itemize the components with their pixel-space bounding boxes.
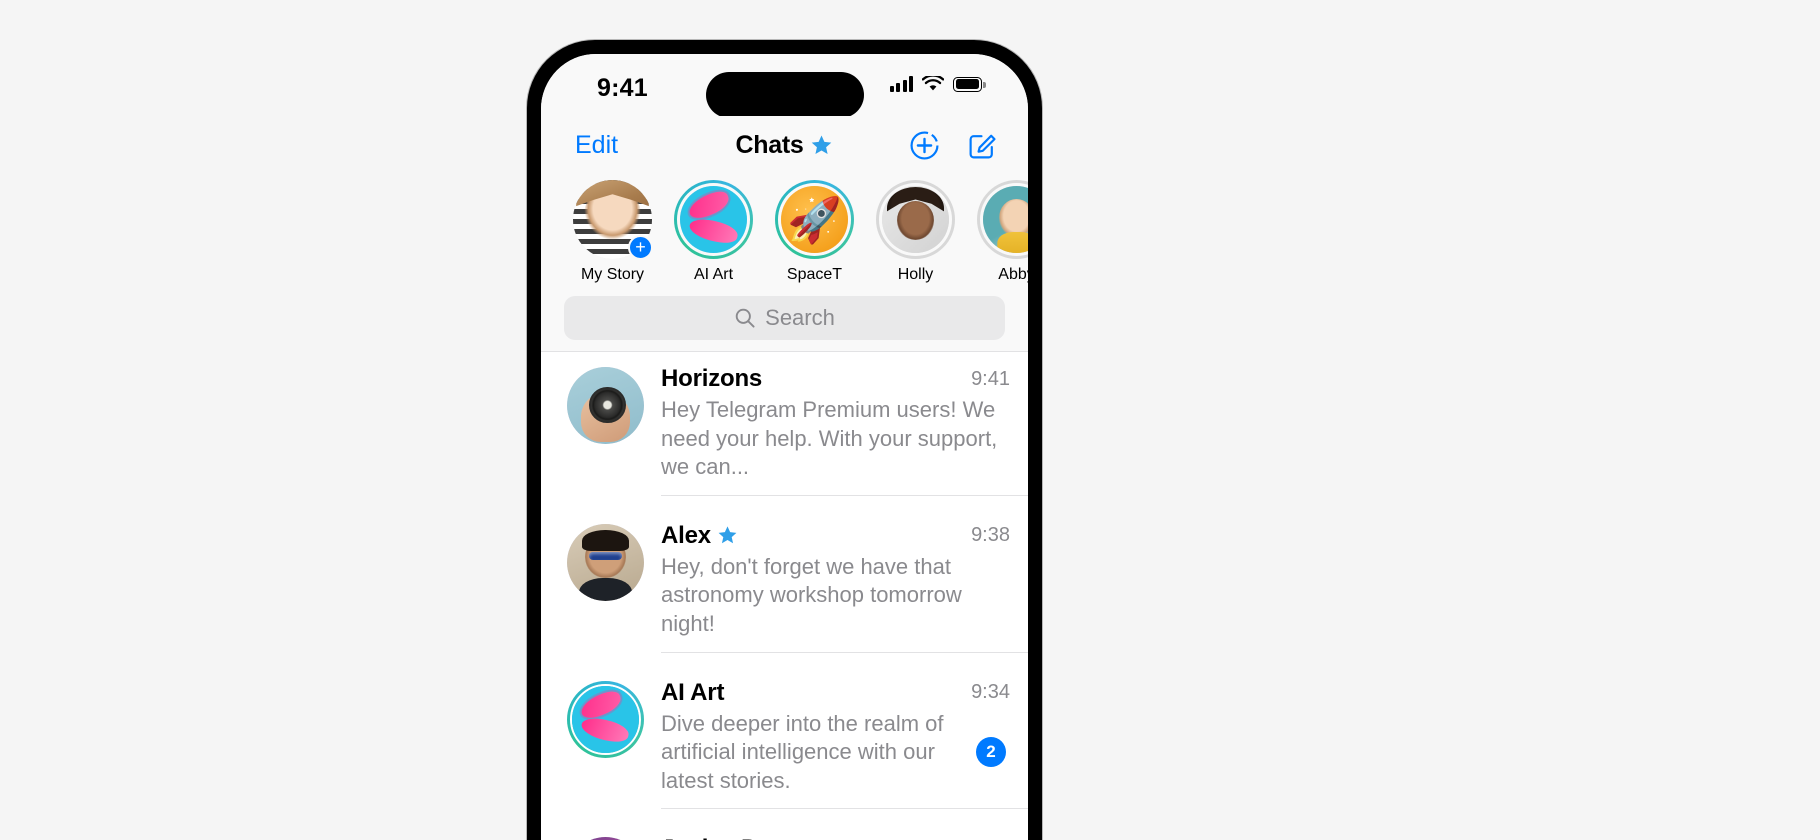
chat-avatar-wrap: [567, 365, 644, 496]
chat-avatar-wrap: [567, 522, 644, 653]
chat-timestamp: 9:34: [971, 681, 1010, 704]
chat-item-header: Alex 9:38: [661, 522, 1010, 550]
search-input[interactable]: Search: [564, 296, 1005, 340]
chat-preview-row: Hey Telegram Premium users! We need your…: [661, 396, 1010, 482]
chat-name-group: AI Art: [661, 679, 724, 707]
chat-preview-row: Dive deeper into the realm of artificial…: [661, 710, 1010, 796]
avatar[interactable]: [567, 523, 644, 601]
chat-name-group: Alex: [661, 522, 738, 550]
search-section: Search: [541, 292, 1028, 351]
avatar[interactable]: [567, 367, 644, 444]
avatar-artwork: [982, 185, 1028, 254]
chat-preview-text: Dive deeper into the realm of artificial…: [661, 710, 944, 793]
story-ring: [876, 180, 955, 259]
status-bar: 9:41: [541, 54, 1028, 118]
chat-name: Alex: [661, 521, 711, 549]
story-label: My Story: [580, 266, 645, 283]
chat-list[interactable]: Horizons 9:41 Hey Telegram Premium users! …: [541, 351, 1028, 840]
story-item-spacet[interactable]: 🚀 SpaceT: [775, 180, 854, 284]
story-ring: 🚀: [775, 180, 854, 259]
chat-item-header: AI Art 9:34: [661, 679, 1010, 707]
story-item-ai-art[interactable]: AI Art: [674, 180, 753, 284]
premium-star-icon: [717, 525, 738, 546]
page-title-group: Chats: [736, 131, 834, 160]
chat-list-item[interactable]: AI Art 9:34 Dive deeper into the realm of …: [541, 666, 1028, 823]
chat-list-item[interactable]: Janice Dunn9:15Photo: [541, 822, 1028, 840]
edit-button[interactable]: Edit: [575, 131, 618, 160]
battery-icon: [953, 76, 986, 92]
phone-device-frame: 9:41 Edit Chats + My Story AI Art 🚀 Spac…: [527, 40, 1042, 840]
chat-list-item[interactable]: Alex 9:38 Hey, don't forget we have that a…: [541, 509, 1028, 666]
story-ring: [674, 180, 753, 259]
avatar-detail-hair: [582, 529, 629, 552]
story-avatar-frame: [980, 183, 1028, 256]
chat-name: Janice Dunn: [661, 835, 802, 840]
stories-carousel[interactable]: + My Story AI Art 🚀 SpaceT Holly Abby: [541, 174, 1028, 292]
chat-timestamp: 9:41: [971, 367, 1010, 390]
story-avatar-frame: [879, 183, 952, 256]
story-label: SpaceT: [786, 266, 843, 283]
chat-name-group: Janice Dunn: [661, 835, 829, 840]
avatar-artwork: [567, 367, 644, 444]
status-bar-time: 9:41: [597, 74, 648, 102]
story-ring: [977, 180, 1028, 259]
chat-preview-text: Hey Telegram Premium users! We need your…: [661, 397, 998, 480]
page-title: Chats: [735, 130, 804, 159]
compose-pencil-icon[interactable]: [967, 130, 998, 161]
story-label: AI Art: [693, 266, 734, 283]
story-item-my-story[interactable]: + My Story: [573, 180, 653, 284]
story-label: Abby: [998, 266, 1028, 283]
story-ring: +: [573, 180, 653, 260]
chat-name: Horizons: [661, 365, 763, 392]
avatar-artwork: [572, 685, 639, 753]
chat-item-header: Horizons 9:41: [661, 365, 1010, 393]
premium-star-icon: [810, 134, 833, 157]
chat-preview-row: Hey, don't forget we have that astronomy…: [661, 553, 1010, 639]
dynamic-island: [705, 72, 864, 118]
chat-avatar-wrap: [567, 835, 644, 840]
chat-item-body: Janice Dunn9:15Photo: [661, 835, 1028, 840]
add-story-badge[interactable]: +: [628, 235, 653, 260]
avatar-artwork: [679, 185, 748, 254]
avatar: [982, 185, 1028, 254]
cellular-signal-icon: [889, 76, 913, 92]
chat-item-header: Janice Dunn9:15: [661, 835, 1010, 840]
chat-timestamp: 9:38: [971, 524, 1010, 547]
avatar-detail-sunglasses: [588, 551, 623, 560]
avatar-inner-circle: [567, 367, 644, 444]
avatar-inner-circle: [570, 683, 641, 755]
nav-actions: [909, 130, 998, 161]
phone-screen: 9:41 Edit Chats + My Story AI Art 🚀 Spac…: [541, 54, 1028, 840]
story-avatar-frame: 🚀: [778, 183, 851, 256]
search-magnifier-icon: [734, 307, 756, 329]
chat-avatar-wrap: [567, 679, 644, 810]
story-item-abby[interactable]: Abby: [977, 180, 1028, 284]
chat-item-body: Horizons 9:41 Hey Telegram Premium users! …: [661, 365, 1028, 496]
chat-item-body: Alex 9:38 Hey, don't forget we have that a…: [661, 522, 1028, 653]
wifi-icon: [921, 74, 945, 92]
story-label: Holly: [897, 266, 934, 283]
avatar[interactable]: [567, 680, 644, 758]
story-avatar-frame: [677, 183, 750, 256]
chat-name-group: Horizons: [661, 365, 762, 393]
chat-name: AI Art: [661, 678, 725, 706]
avatar-artwork: [881, 185, 950, 254]
chat-list-item[interactable]: Horizons 9:41 Hey Telegram Premium users! …: [541, 352, 1028, 509]
chat-item-body: AI Art 9:34 Dive deeper into the realm of …: [661, 679, 1028, 810]
story-item-holly[interactable]: Holly: [876, 180, 955, 284]
search-placeholder: Search: [765, 305, 835, 330]
chat-preview-text: Hey, don't forget we have that astronomy…: [661, 553, 962, 636]
avatar: [679, 185, 748, 254]
unread-count-badge: 2: [976, 737, 1006, 768]
circle-plus-icon[interactable]: [909, 130, 940, 161]
status-bar-icons: [889, 74, 986, 92]
avatar: 🚀: [780, 185, 849, 254]
avatar-inner-circle: [567, 523, 644, 601]
avatar: [881, 185, 950, 254]
avatar-artwork: 🚀: [780, 185, 849, 254]
navigation-bar: Edit Chats: [541, 116, 1028, 174]
